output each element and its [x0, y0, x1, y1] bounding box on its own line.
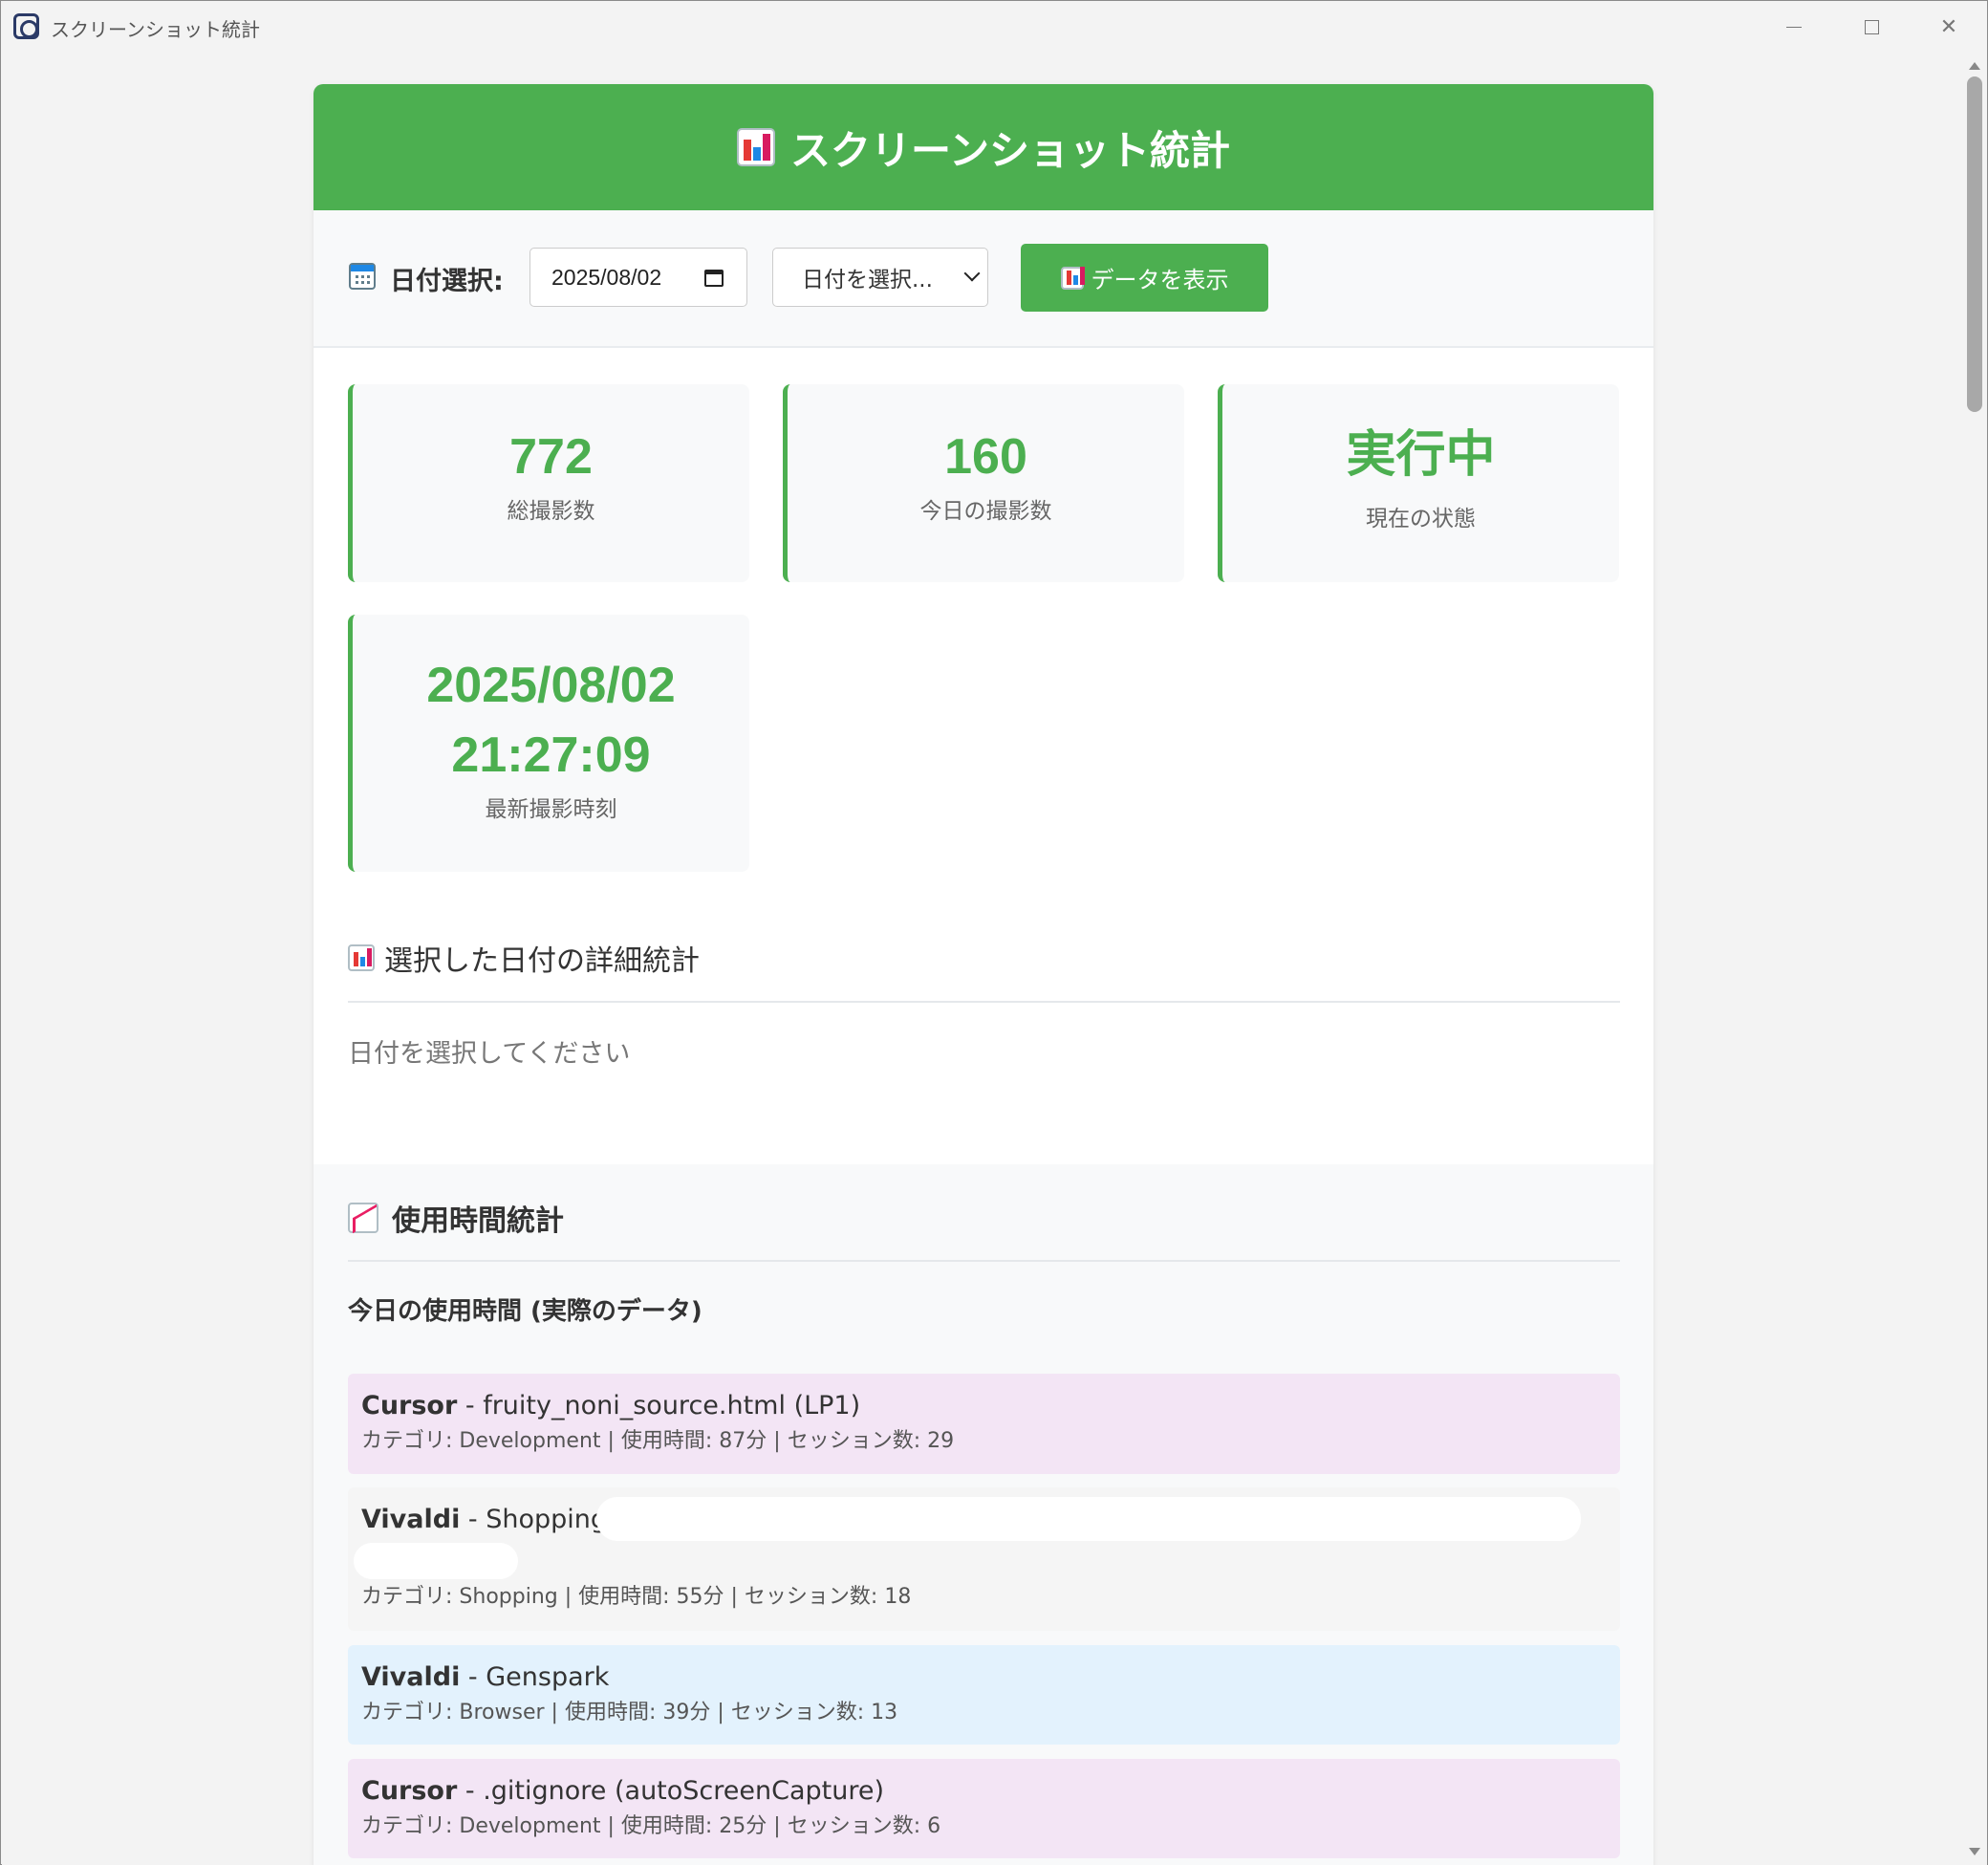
date-select-label: 日付選択: — [390, 267, 504, 296]
stat-card-latest: 2025/08/02 21:27:09 最新撮影時刻 — [348, 615, 749, 872]
usage-app-name: Vivaldi — [361, 1505, 461, 1534]
chart-increasing-icon — [348, 1203, 378, 1233]
show-data-button[interactable]: データを表示 — [1021, 244, 1268, 312]
bar-chart-icon — [737, 128, 776, 166]
section-divider — [348, 1260, 1620, 1262]
usage-app-detail: - .gitignore (autoScreenCapture) — [457, 1776, 884, 1806]
usage-app-detail: - fruity_noni_source.html (LP1) — [457, 1391, 861, 1420]
detail-placeholder: 日付を選択してください — [348, 1039, 631, 1069]
stat-card-total: 772 総撮影数 — [348, 384, 749, 582]
vertical-scrollbar[interactable] — [1963, 53, 1987, 1865]
date-selector-bar: 日付選択: 2025/08/02 日付を選択... データを表示 — [313, 210, 1653, 348]
stat-total-value: 772 — [509, 429, 593, 485]
page-title: スクリーンショット統計 — [790, 127, 1230, 173]
page-header: スクリーンショット統計 — [313, 84, 1653, 210]
app-window: スクリーンショット統計 ✕ スクリーンショット統計 日付選択: 2025/08/… — [0, 0, 1988, 1865]
title-bar: スクリーンショット統計 ✕ — [1, 1, 1987, 53]
main-card: スクリーンショット統計 日付選択: 2025/08/02 日付を選択... デー… — [313, 84, 1653, 1865]
detail-section-title: 選択した日付の詳細統計 — [348, 937, 700, 979]
usage-app-name: Cursor — [361, 1776, 458, 1806]
stat-card-status: 実行中 現在の状態 — [1218, 384, 1619, 582]
bar-chart-icon — [1060, 266, 1085, 290]
stat-card-today: 160 今日の撮影数 — [783, 384, 1184, 582]
date-input-value: 2025/08/02 — [551, 264, 662, 290]
minimize-button[interactable] — [1756, 1, 1832, 53]
date-input[interactable]: 2025/08/02 — [529, 248, 747, 307]
minimize-icon — [1786, 26, 1802, 28]
stat-status-value: 実行中 — [1346, 427, 1496, 483]
date-dropdown[interactable]: 日付を選択... — [772, 248, 988, 307]
detail-title-text: 選択した日付の詳細統計 — [384, 944, 700, 978]
stat-latest-date: 2025/08/02 — [426, 658, 676, 713]
maximize-button[interactable] — [1833, 1, 1910, 53]
bar-chart-icon — [348, 944, 375, 971]
usage-app-meta: カテゴリ: Browser | 使用時間: 39分 | セッション数: 13 — [361, 1701, 898, 1724]
content-viewport: スクリーンショット統計 日付選択: 2025/08/02 日付を選択... デー… — [2, 53, 1963, 1865]
redaction-mark — [596, 1497, 1581, 1541]
usage-item: Cursor - .gitignore (autoScreenCapture) … — [348, 1759, 1620, 1858]
usage-app-meta: カテゴリ: Development | 使用時間: 25分 | セッション数: … — [361, 1814, 941, 1838]
usage-subtitle: 今日の使用時間 (実際のデータ) — [348, 1297, 702, 1326]
usage-title-text: 使用時間統計 — [392, 1204, 564, 1238]
stat-today-value: 160 — [944, 429, 1027, 485]
usage-item: Vivaldi - Genspark カテゴリ: Browser | 使用時間:… — [348, 1645, 1620, 1745]
usage-app-detail: - Genspark — [460, 1662, 610, 1692]
redaction-mark — [354, 1543, 518, 1579]
chevron-down-icon — [963, 265, 981, 282]
window-title: スクリーンショット統計 — [51, 18, 260, 41]
section-divider — [348, 1001, 1620, 1003]
close-button[interactable]: ✕ — [1911, 1, 1987, 53]
usage-item: Cursor - fruity_noni_source.html (LP1) カ… — [348, 1374, 1620, 1474]
usage-app-name: Cursor — [361, 1391, 458, 1420]
usage-app-detail: - Shopping: — [460, 1505, 616, 1534]
scroll-up-icon[interactable] — [1969, 62, 1980, 70]
stat-today-label: 今日の撮影数 — [919, 499, 1052, 524]
usage-app-meta: カテゴリ: Development | 使用時間: 87分 | セッション数: … — [361, 1429, 955, 1453]
stat-status-label: 現在の状態 — [1366, 507, 1476, 531]
date-dropdown-value: 日付を選択... — [802, 268, 933, 293]
scroll-down-icon[interactable] — [1969, 1848, 1980, 1855]
usage-app-name: Vivaldi — [361, 1662, 461, 1692]
show-data-label: データを表示 — [1091, 267, 1229, 293]
app-camera-icon — [13, 13, 39, 39]
calendar-icon — [349, 263, 376, 290]
usage-app-meta: カテゴリ: Shopping | 使用時間: 55分 | セッション数: 18 — [361, 1585, 912, 1609]
calendar-picker-icon[interactable] — [704, 270, 724, 287]
stat-latest-label: 最新撮影時刻 — [485, 797, 617, 822]
scroll-thumb[interactable] — [1967, 76, 1982, 412]
stat-latest-time: 21:27:09 — [451, 727, 651, 783]
close-icon: ✕ — [1939, 14, 1958, 39]
stat-total-label: 総撮影数 — [507, 499, 595, 524]
maximize-icon — [1864, 19, 1879, 34]
usage-section-title: 使用時間統計 — [348, 1197, 564, 1239]
